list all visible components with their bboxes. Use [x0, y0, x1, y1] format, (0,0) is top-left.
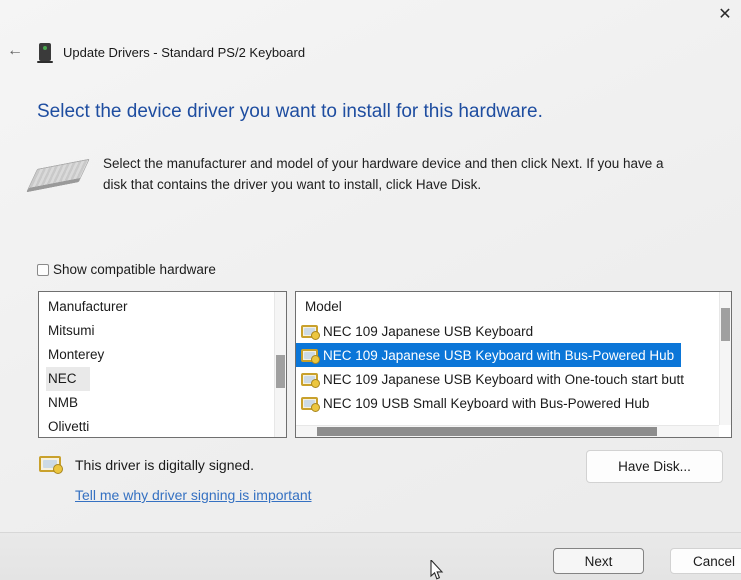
instructions-line-1: Select the manufacturer and model of you…: [103, 156, 664, 171]
list-item[interactable]: Olivetti: [39, 415, 286, 437]
digitally-signed-text: This driver is digitally signed.: [75, 457, 254, 473]
signed-driver-icon: [301, 348, 320, 364]
model-vertical-scrollbar[interactable]: [719, 292, 731, 425]
manufacturer-vertical-scrollbar[interactable]: [274, 292, 286, 437]
model-listbox: Model NEC 109 Japanese USB Keyboard NEC …: [295, 291, 732, 438]
scrollbar-thumb[interactable]: [317, 427, 657, 436]
model-item-label: NEC 109 USB Small Keyboard with Bus-Powe…: [323, 395, 650, 411]
list-item[interactable]: Mitsumi: [39, 319, 286, 343]
window-title: Update Drivers - Standard PS/2 Keyboard: [63, 45, 306, 60]
list-item-selected[interactable]: NEC 109 Japanese USB Keyboard with Bus-P…: [296, 343, 682, 367]
manufacturer-column-header: Manufacturer: [48, 299, 128, 314]
model-item-label: NEC 109 Japanese USB Keyboard with One-t…: [323, 371, 684, 387]
manufacturer-item-label: Monterey: [48, 347, 105, 362]
signed-driver-icon: [301, 324, 320, 340]
signed-driver-icon: [301, 396, 320, 412]
close-icon[interactable]: ✕: [714, 3, 736, 25]
instructions-line-2: disk that contains the driver you want t…: [103, 177, 482, 192]
mouse-cursor-icon: [430, 560, 444, 580]
instructions-text: Select the manufacturer and model of you…: [103, 153, 664, 195]
signed-driver-icon: [301, 372, 320, 388]
list-item[interactable]: Monterey: [39, 343, 286, 367]
model-column-header: Model: [305, 299, 342, 314]
show-compatible-hardware-checkbox[interactable]: [37, 264, 49, 276]
show-compatible-hardware-label[interactable]: Show compatible hardware: [53, 262, 216, 277]
manufacturer-item-label: NEC: [46, 367, 90, 391]
manufacturer-listbox: Manufacturer Mitsumi Monterey NEC NMB Ol…: [38, 291, 287, 438]
keyboard-device-icon: [37, 43, 53, 63]
list-item[interactable]: NEC 109 USB Small Keyboard with Bus-Powe…: [296, 391, 656, 415]
manufacturer-item-label: Olivetti: [48, 419, 90, 434]
model-item-label: NEC 109 Japanese USB Keyboard with Bus-P…: [323, 347, 675, 363]
driver-signing-link[interactable]: Tell me why driver signing is important: [75, 487, 312, 503]
next-button[interactable]: Next: [553, 548, 644, 574]
cancel-button[interactable]: Cancel: [670, 548, 741, 574]
manufacturer-item-label: NMB: [48, 395, 78, 410]
scrollbar-thumb[interactable]: [721, 308, 730, 341]
scrollbar-thumb[interactable]: [276, 355, 285, 388]
back-icon[interactable]: ←: [5, 41, 25, 61]
keyboard-illustration-icon: [26, 158, 90, 193]
model-horizontal-scrollbar[interactable]: [296, 425, 719, 437]
digitally-signed-icon: [39, 456, 63, 474]
list-item[interactable]: NMB: [39, 391, 286, 415]
have-disk-button[interactable]: Have Disk...: [586, 450, 723, 483]
list-item-selected[interactable]: NEC: [39, 367, 286, 391]
update-drivers-dialog: ✕ ← Update Drivers - Standard PS/2 Keybo…: [0, 0, 741, 580]
manufacturer-item-label: Mitsumi: [48, 323, 95, 338]
page-title: Select the device driver you want to ins…: [37, 101, 543, 122]
list-item[interactable]: NEC 109 Japanese USB Keyboard: [296, 319, 540, 343]
model-item-label: NEC 109 Japanese USB Keyboard: [323, 323, 534, 339]
list-item[interactable]: NEC 109 Japanese USB Keyboard with One-t…: [296, 367, 691, 391]
